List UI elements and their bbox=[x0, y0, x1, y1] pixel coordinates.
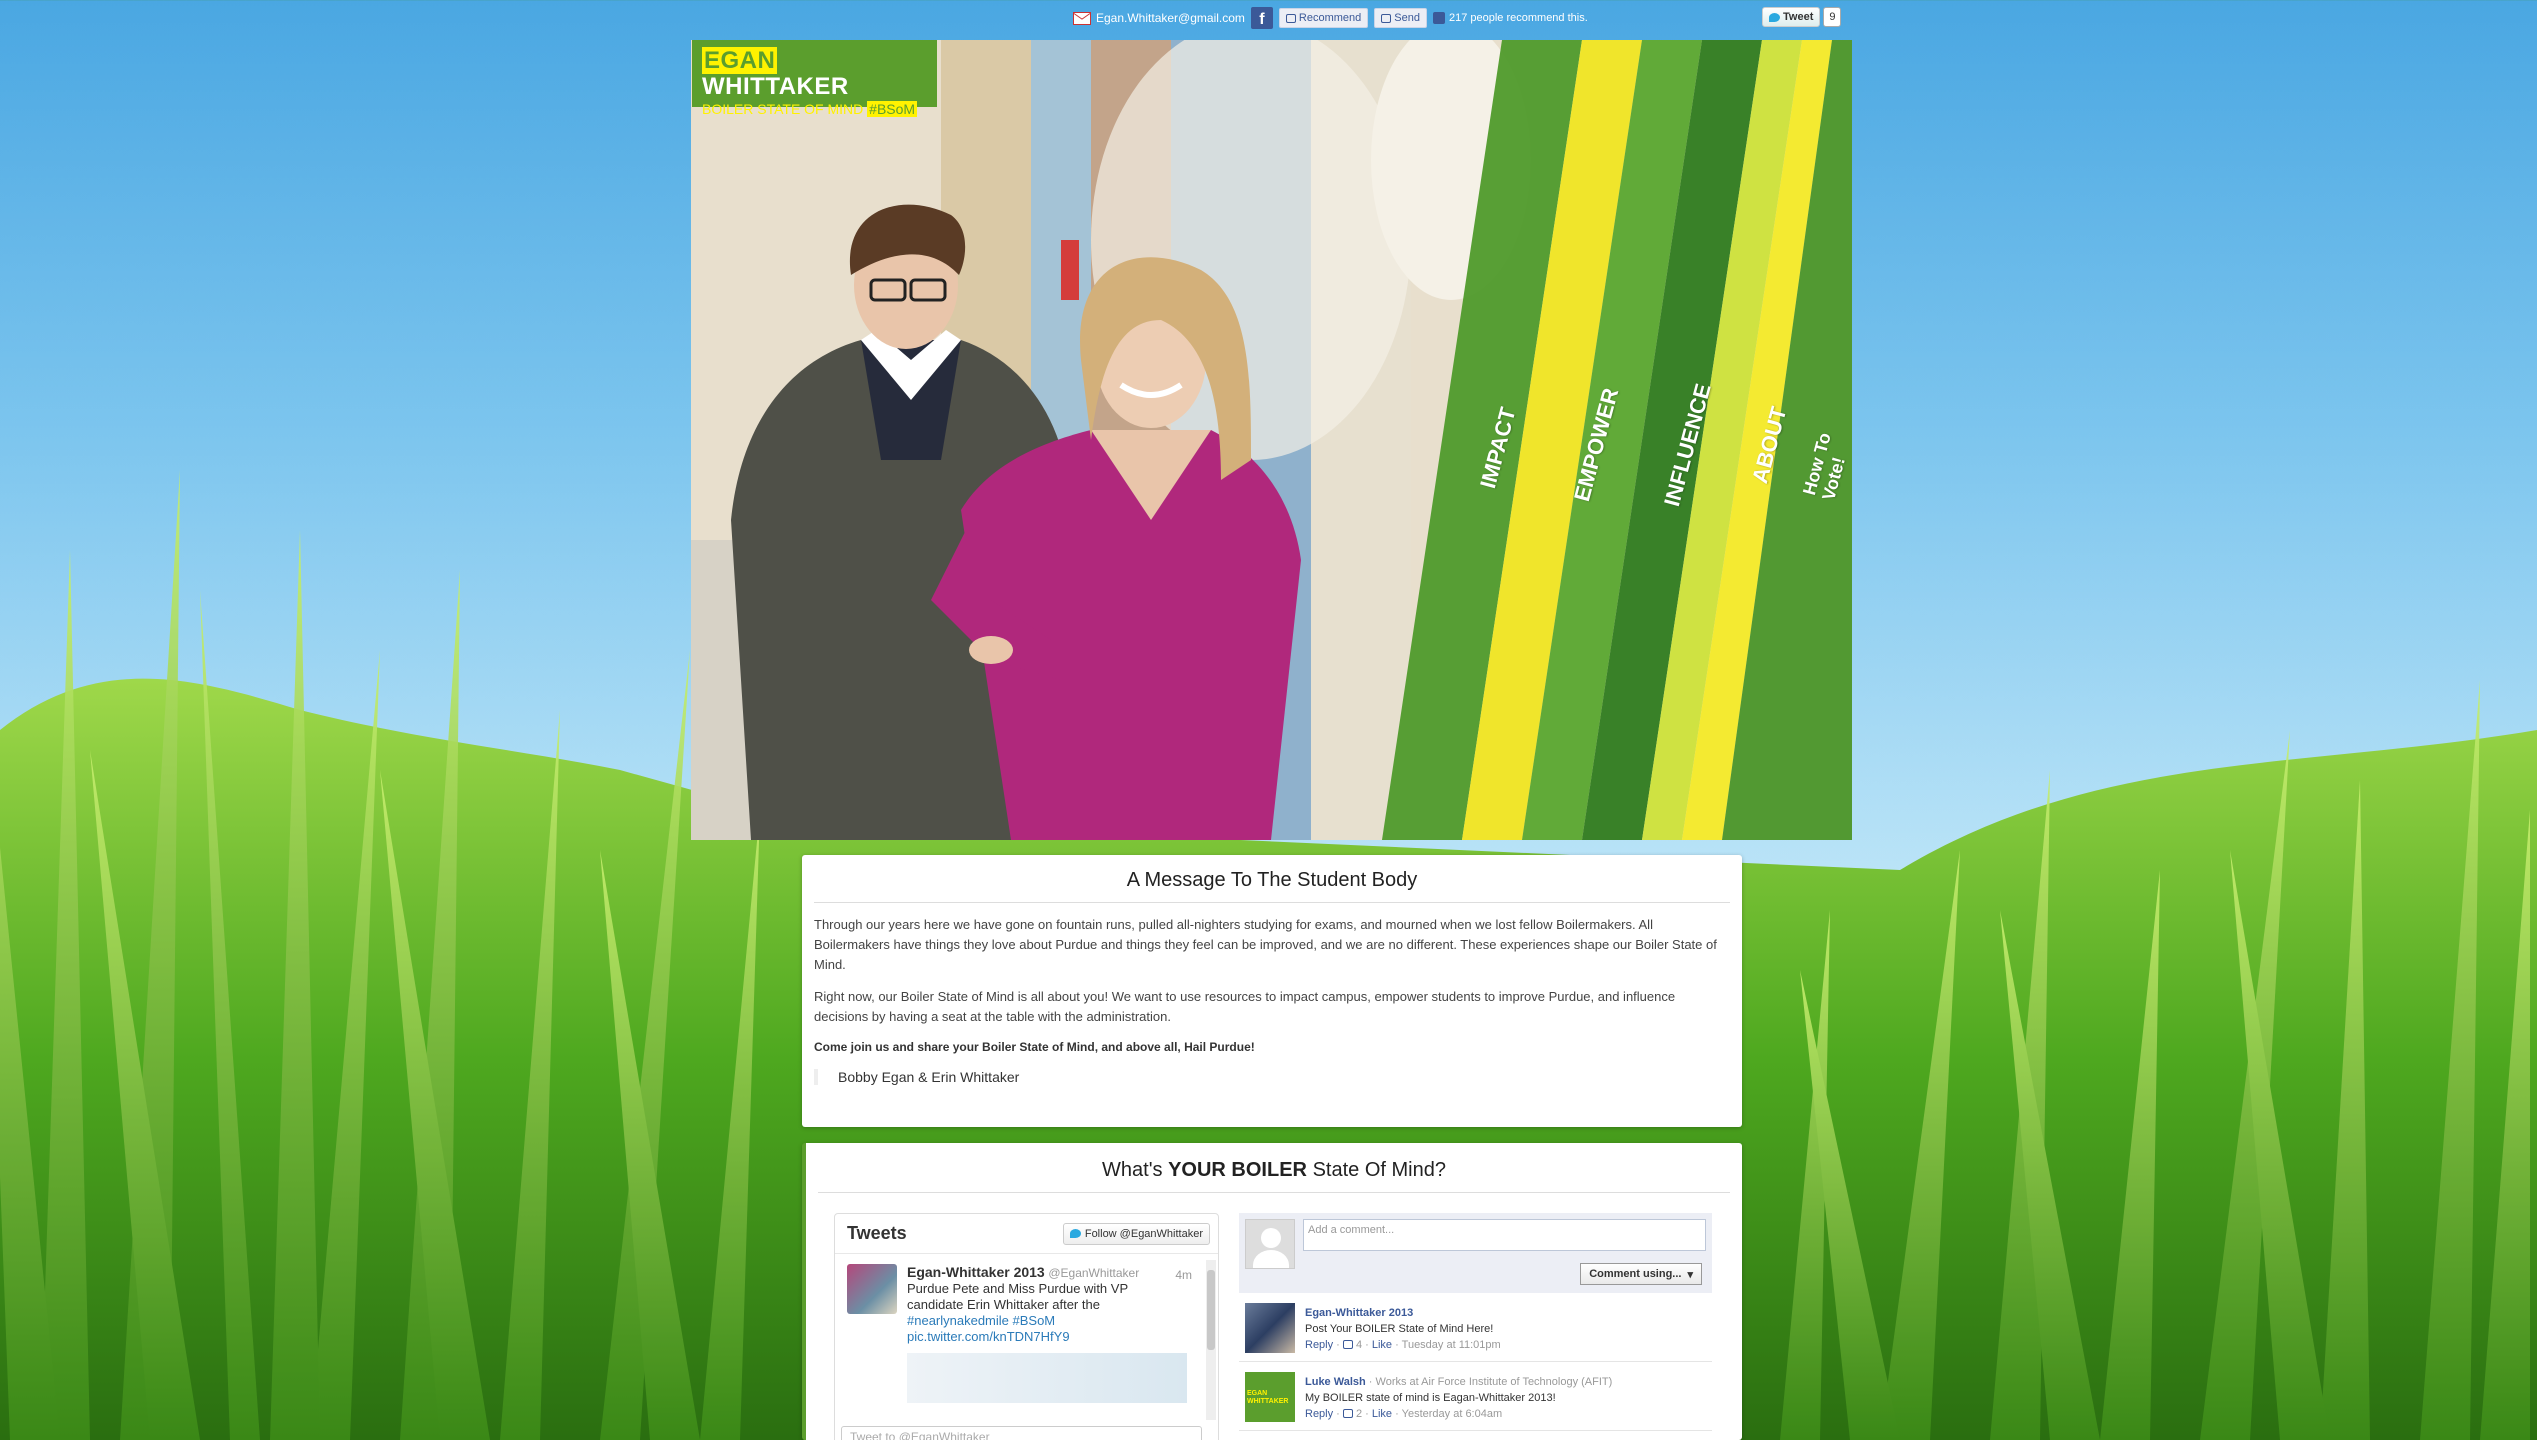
send-label: Send bbox=[1394, 12, 1420, 24]
logo-word-whittaker: WHITTAKER bbox=[702, 73, 849, 100]
logo-hashtag: #BSoM bbox=[867, 101, 918, 117]
tweet-avatar[interactable] bbox=[847, 1264, 897, 1314]
reply-link[interactable]: Reply bbox=[1305, 1408, 1333, 1420]
boiler-title-pre: What's bbox=[1102, 1159, 1163, 1181]
tweet-text: Purdue Pete and Miss Purdue with VP cand… bbox=[907, 1281, 1128, 1312]
logo-tagline-text: BOILER STATE OF MIND bbox=[702, 101, 864, 117]
message-paragraph-2: Right now, our Boiler State of Mind is a… bbox=[814, 989, 1676, 1024]
comment-author-meta-text: Works at Air Force Institute of Technolo… bbox=[1375, 1376, 1613, 1388]
reply-link[interactable]: Reply bbox=[1305, 1339, 1333, 1351]
comment-compose: Add a comment... Comment using... ▾ bbox=[1239, 1213, 1712, 1293]
follow-label: Follow @EganWhittaker bbox=[1084, 1227, 1203, 1240]
logo-tagline: BOILER STATE OF MIND #BSoM bbox=[702, 100, 927, 118]
tweet-time[interactable]: 4m bbox=[1175, 1268, 1192, 1282]
default-avatar bbox=[1245, 1219, 1295, 1269]
comment-author[interactable]: Luke Walsh bbox=[1305, 1376, 1366, 1388]
tweet-count: 9 bbox=[1823, 7, 1842, 27]
recommend-button[interactable]: Recommend bbox=[1278, 8, 1369, 28]
comment-input[interactable]: Add a comment... bbox=[1303, 1219, 1706, 1251]
comment-meta: Reply · 4 · Like · Tuesday at 11:01pm bbox=[1305, 1339, 1501, 1351]
comment-avatar[interactable] bbox=[1245, 1372, 1295, 1422]
message-signature: Bobby Egan & Erin Whittaker bbox=[814, 1069, 1730, 1085]
comment-body: Luke Walsh · Works at Air Force Institut… bbox=[1305, 1372, 1612, 1422]
tweet-author[interactable]: Egan-Whittaker 2013 bbox=[907, 1264, 1045, 1280]
tweet-hashtags[interactable]: #nearlynakedmile #BSoM bbox=[907, 1313, 1055, 1328]
follow-button[interactable]: Follow @EganWhittaker bbox=[1062, 1222, 1210, 1245]
tweet-handle[interactable]: @EganWhittaker bbox=[1048, 1266, 1139, 1280]
tweet-image[interactable] bbox=[907, 1353, 1187, 1403]
like-link[interactable]: Like bbox=[1372, 1339, 1392, 1351]
twitter-header: Tweets Follow @EganWhittaker bbox=[835, 1214, 1218, 1254]
recommend-label: Recommend bbox=[1298, 12, 1362, 24]
thumbs-up-icon bbox=[1342, 1340, 1353, 1349]
twitter-header-title: Tweets bbox=[847, 1223, 907, 1243]
twitter-bird-icon bbox=[1769, 12, 1780, 22]
message-paragraph-3: Come join us and share your Boiler State… bbox=[814, 1040, 1255, 1054]
boiler-title-post: State Of Mind? bbox=[1312, 1159, 1446, 1181]
comment-time[interactable]: Tuesday at 11:01pm bbox=[1402, 1339, 1501, 1351]
comment-body: Egan-Whittaker 2013 Post Your BOILER Sta… bbox=[1305, 1303, 1501, 1353]
tweet-link[interactable]: pic.twitter.com/knTDN7HfY9 bbox=[907, 1329, 1070, 1344]
thumbs-up-icon bbox=[1285, 13, 1296, 23]
twitter-timeline: Tweets Follow @EganWhittaker 4m Egan-Whi… bbox=[834, 1213, 1219, 1440]
like-link[interactable]: Like bbox=[1372, 1408, 1392, 1420]
comment-item: Egan-Whittaker 2013 Post Your BOILER Sta… bbox=[1239, 1293, 1712, 1362]
twitter-bird-icon bbox=[1069, 1229, 1081, 1238]
chevron-down-icon: ▾ bbox=[1687, 1268, 1693, 1281]
logo-word-egan: EGAN bbox=[702, 47, 778, 74]
comment-avatar[interactable] bbox=[1245, 1303, 1295, 1353]
comment-text: Post Your BOILER State of Mind Here! bbox=[1305, 1323, 1494, 1335]
facebook-comments: Add a comment... Comment using... ▾ Egan… bbox=[1239, 1213, 1712, 1440]
comment-meta: Reply · 2 · Like · Yesterday at 6:04am bbox=[1305, 1408, 1503, 1420]
tweet-text-block: Egan-Whittaker 2013 @EganWhittaker Purdu… bbox=[907, 1264, 1202, 1345]
boiler-state-card: What's YOUR BOILER State Of Mind? Tweets… bbox=[802, 1143, 1742, 1440]
student-message-card: A Message To The Student Body Through ou… bbox=[802, 855, 1742, 1127]
recommend-count: 217 people recommend this. bbox=[1432, 12, 1588, 24]
tweet-scrollbar[interactable] bbox=[1206, 1260, 1216, 1420]
like-count: 4 bbox=[1355, 1339, 1363, 1351]
comment-time[interactable]: Yesterday at 6:04am bbox=[1402, 1408, 1503, 1420]
comment-author-meta: · Works at Air Force Institute of Techno… bbox=[1368, 1376, 1613, 1388]
facebook-icon[interactable]: f bbox=[1250, 7, 1273, 29]
like-count: 2 bbox=[1355, 1408, 1363, 1420]
tweet-widget: Tweet 9 bbox=[1762, 7, 1842, 27]
tweet-button[interactable]: Tweet bbox=[1762, 7, 1821, 27]
email-text: Egan.Whittaker@gmail.com bbox=[1096, 11, 1245, 25]
mail-icon bbox=[1073, 11, 1091, 25]
recommend-count-text: 217 people recommend this. bbox=[1448, 12, 1588, 24]
comment-author[interactable]: Egan-Whittaker 2013 bbox=[1305, 1307, 1413, 1319]
tweet-label: Tweet bbox=[1783, 11, 1814, 23]
comment-item: Luke Walsh · Works at Air Force Institut… bbox=[1239, 1362, 1712, 1431]
message-title: A Message To The Student Body bbox=[814, 865, 1730, 903]
comment-using-button[interactable]: Comment using... ▾ bbox=[1580, 1263, 1702, 1285]
logo-title: EGAN WHITTAKER bbox=[702, 47, 927, 100]
send-icon bbox=[1381, 13, 1392, 23]
social-bar: Egan.Whittaker@gmail.com f Recommend Sen… bbox=[1073, 7, 1588, 29]
thumbs-up-icon bbox=[1342, 1409, 1353, 1418]
boiler-title: What's YOUR BOILER State Of Mind? bbox=[818, 1153, 1730, 1193]
message-paragraph-1: Through our years here we have gone on f… bbox=[814, 917, 1717, 972]
tweet-compose-input[interactable]: Tweet to @EganWhittaker bbox=[841, 1426, 1202, 1440]
comment-text: My BOILER state of mind is Eagan-Whittak… bbox=[1305, 1392, 1556, 1404]
boiler-title-bold: YOUR BOILER bbox=[1168, 1159, 1307, 1181]
facebook-mini-icon bbox=[1432, 12, 1445, 24]
send-button[interactable]: Send bbox=[1374, 8, 1427, 28]
tweet-item[interactable]: 4m Egan-Whittaker 2013 @EganWhittaker Pu… bbox=[835, 1254, 1218, 1414]
campaign-logo[interactable]: EGAN WHITTAKER BOILER STATE OF MIND #BSo… bbox=[692, 40, 937, 117]
hero-banner: EGAN WHITTAKER BOILER STATE OF MIND #BSo… bbox=[691, 40, 1852, 840]
comment-using-label: Comment using... bbox=[1589, 1268, 1682, 1280]
email-link[interactable]: Egan.Whittaker@gmail.com bbox=[1073, 11, 1245, 25]
